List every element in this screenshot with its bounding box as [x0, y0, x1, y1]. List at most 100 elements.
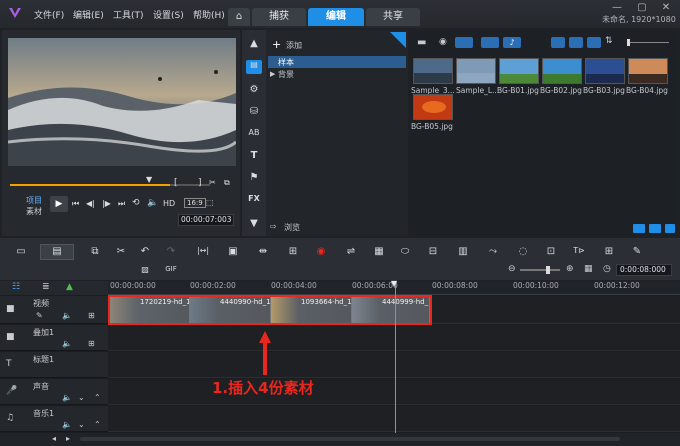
options-icon[interactable] [649, 224, 661, 233]
mode-clip[interactable]: 素材 [26, 206, 42, 217]
home-icon[interactable]: ⌂ [228, 8, 250, 26]
scrubber-handle[interactable]: ▼ [146, 175, 152, 184]
tools-icon[interactable]: ✂ [114, 246, 128, 257]
browse-label[interactable]: 浏览 [284, 222, 300, 233]
track-manager-icon[interactable]: ⧉ [88, 246, 102, 257]
filter-audio-icon[interactable]: ♪ [503, 37, 521, 48]
library-thumbnail[interactable] [585, 58, 625, 84]
crop-tool-icon[interactable]: ⊡ [544, 246, 558, 257]
smart-trim-icon[interactable]: |↔| [196, 246, 210, 255]
chevron-down-icon[interactable]: ⌄ [78, 420, 85, 429]
add-folder-label[interactable]: 添加 [286, 40, 302, 51]
menu-help[interactable]: 帮助(H) [193, 8, 225, 21]
tree-expand-icon[interactable]: ▶ [270, 70, 275, 78]
zoom-handle[interactable] [546, 266, 550, 274]
library-thumbnail[interactable] [542, 58, 582, 84]
volume-icon[interactable]: 🔈 [147, 198, 158, 208]
thumbnail-size-handle[interactable] [627, 39, 630, 46]
filter-icon[interactable]: FX [246, 194, 262, 203]
scroll-up-icon[interactable]: ▲ [247, 38, 261, 49]
mute-icon[interactable]: 🔈 [62, 420, 72, 429]
split-screen-icon[interactable]: ⇹ [256, 246, 270, 257]
grid-icon[interactable]: ⊞ [88, 311, 95, 320]
timeline-view-icon[interactable]: ▤ [40, 244, 74, 260]
aspect-ratio-icon[interactable]: 16:9 [184, 198, 206, 208]
mode-project[interactable]: 项目 [26, 195, 42, 206]
add-icon[interactable]: + [272, 38, 281, 51]
speed-icon[interactable]: ⤳ [486, 246, 500, 257]
end-button[interactable]: ⏭ [118, 199, 125, 209]
template-icon[interactable]: ⊞ [602, 246, 616, 257]
storyboard-view-icon[interactable]: ▭ [12, 246, 30, 257]
tab-capture[interactable]: 捕获 [252, 8, 306, 26]
horizontal-scrollbar[interactable] [80, 437, 620, 441]
tab-share[interactable]: 共享 [366, 8, 420, 26]
record-screen-icon[interactable]: ◉ [314, 246, 328, 257]
zoom-in-icon[interactable]: ⊕ [566, 264, 574, 274]
menu-edit[interactable]: 编辑(E) [73, 8, 104, 21]
window-controls[interactable]: — ▢ ✕ [612, 2, 676, 13]
gif-icon[interactable]: GIF [164, 265, 178, 273]
zoom-out-icon[interactable]: ⊖ [508, 264, 516, 274]
transition-icon[interactable]: ⛁ [246, 106, 262, 117]
thumbnail-size-slider[interactable] [627, 42, 669, 43]
mark-in-icon[interactable]: [ [174, 178, 178, 188]
title-track-lane[interactable] [108, 352, 680, 378]
crop-icon[interactable]: ⬚ [206, 198, 214, 207]
redo-icon[interactable]: ↷ [164, 246, 178, 257]
mute-icon[interactable]: 🔈 [62, 393, 72, 402]
filter-video-icon[interactable] [455, 37, 473, 48]
playhead-handle[interactable]: ▼ [391, 279, 397, 288]
grid-icon[interactable]: ⊞ [88, 339, 95, 348]
track-list-icon[interactable]: ≣ [42, 282, 50, 292]
scroll-left-icon[interactable]: ◂ [52, 434, 56, 443]
mixer-icon[interactable]: ⇌ [344, 246, 358, 257]
scroll-down-icon[interactable]: ▼ [247, 218, 261, 229]
thumbnail-view-icon[interactable] [587, 37, 601, 48]
mask-icon[interactable]: ▥ [456, 246, 470, 257]
hd-toggle[interactable]: HD [163, 199, 175, 208]
browse-icon[interactable]: ⇨ [270, 222, 277, 231]
media-icon[interactable]: ▤ [246, 60, 262, 74]
split-icon[interactable]: ✂ [209, 178, 216, 187]
clock-icon[interactable]: ◷ [603, 264, 611, 274]
panel-corner-icon[interactable] [390, 32, 406, 48]
chevron-up-icon[interactable]: ⌃ [94, 420, 101, 429]
chevron-down-icon[interactable]: ⌄ [78, 393, 85, 402]
record-icon[interactable]: ◉ [439, 37, 447, 47]
chapter-icon[interactable]: ▦ [372, 246, 386, 257]
trim-bar[interactable] [10, 184, 170, 186]
folder-icon[interactable]: ▬ [417, 37, 426, 48]
text-icon[interactable]: T [246, 150, 262, 161]
fit-project-icon[interactable]: ▦ [584, 264, 593, 274]
mark-out-icon[interactable]: ] [198, 178, 202, 188]
overlay-track-lane[interactable] [108, 325, 680, 351]
detail-view-icon[interactable] [569, 37, 583, 48]
timecode-display[interactable]: 00:00:07:003 [178, 214, 234, 226]
voice-track-lane[interactable] [108, 379, 680, 405]
scroll-right-icon[interactable]: ▸ [66, 434, 70, 443]
library-thumbnail[interactable] [628, 58, 668, 84]
edit-icon[interactable]: ✎ [630, 246, 644, 257]
menu-tools[interactable]: 工具(T) [113, 8, 144, 21]
playhead[interactable] [395, 281, 396, 433]
music-track-lane[interactable] [108, 406, 680, 432]
instant-project-icon[interactable]: ⚙ [246, 84, 262, 95]
repeat-icon[interactable]: ⟲ [132, 198, 140, 208]
mute-icon[interactable]: 🔈 [62, 311, 72, 320]
text-tool-icon[interactable]: T⊳ [572, 246, 586, 255]
menu-settings[interactable]: 设置(S) [153, 8, 184, 21]
aspect-icon[interactable]: ▨ [138, 265, 152, 274]
library-thumbnail[interactable] [413, 58, 453, 84]
tab-edit[interactable]: 编辑 [308, 8, 364, 26]
title-icon[interactable]: AB [246, 128, 262, 137]
stabilize-icon[interactable]: ◌ [516, 246, 530, 257]
tree-item-sample[interactable]: 样本 [278, 57, 294, 68]
add-track-icon[interactable]: ▲ [66, 282, 73, 292]
tree-item-background[interactable]: 背景 [278, 69, 294, 80]
graphic-icon[interactable]: ⚑ [246, 172, 262, 183]
show-all-tracks-icon[interactable]: ☷ [12, 282, 20, 292]
options-icon[interactable] [665, 224, 675, 233]
fit-icon[interactable]: ▣ [226, 246, 240, 257]
auto-music-icon[interactable]: ⬭ [398, 246, 412, 257]
